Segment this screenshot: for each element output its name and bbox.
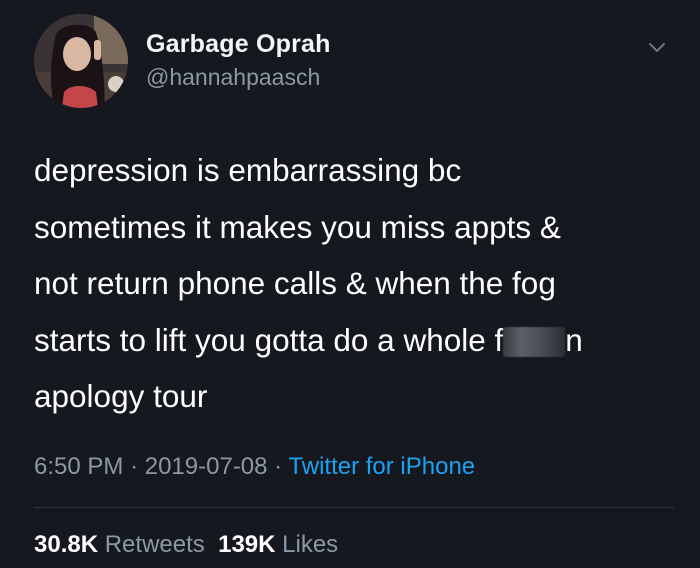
retweets-count: 30.8K — [34, 531, 99, 558]
tweet-card: Garbage Oprah @hannahpaasch depression i… — [0, 0, 700, 568]
tweet-text-line: not return phone calls & when the fog — [34, 265, 556, 301]
chevron-down-icon[interactable] — [644, 34, 670, 60]
user-handle[interactable]: @hannahpaasch — [146, 64, 320, 91]
retweets-stat[interactable]: 30.8K Retweets — [34, 531, 205, 558]
tweet-text-line: sometimes it makes you miss appts & — [34, 208, 561, 245]
tweet-text-line: starts to lift you gotta do a whole f n — [34, 312, 674, 369]
tweet-source-link[interactable]: Twitter for iPhone — [288, 453, 475, 480]
tweet-time[interactable]: 6:50 PM — [34, 453, 123, 480]
avatar-photo — [34, 14, 128, 108]
retweets-label: Retweets — [104, 531, 205, 558]
tweet-date[interactable]: 2019-07-08 — [145, 453, 268, 480]
engagement-stats: 30.8K Retweets 139K Likes — [34, 531, 338, 559]
likes-label: Likes — [282, 531, 339, 558]
likes-stat[interactable]: 139K Likes — [218, 531, 338, 558]
meta-separator: · — [130, 453, 139, 480]
divider — [34, 507, 674, 508]
censor-blur — [503, 326, 566, 357]
avatar[interactable] — [34, 14, 128, 108]
tweet-metadata: 6:50 PM · 2019-07-08 · Twitter for iPhon… — [34, 453, 475, 481]
tweet-text-segment: n — [565, 321, 583, 358]
tweet-text-line: depression is embarrassing bc — [34, 152, 462, 188]
tweet-text-segment: starts to lift you gotta do a whole f — [34, 321, 504, 358]
likes-count: 139K — [218, 531, 276, 558]
tweet-text-line: apology tour — [34, 378, 208, 414]
tweet-text: depression is embarrassing bc sometimes … — [34, 142, 674, 425]
display-name[interactable]: Garbage Oprah — [146, 30, 331, 59]
meta-separator: · — [274, 453, 283, 480]
